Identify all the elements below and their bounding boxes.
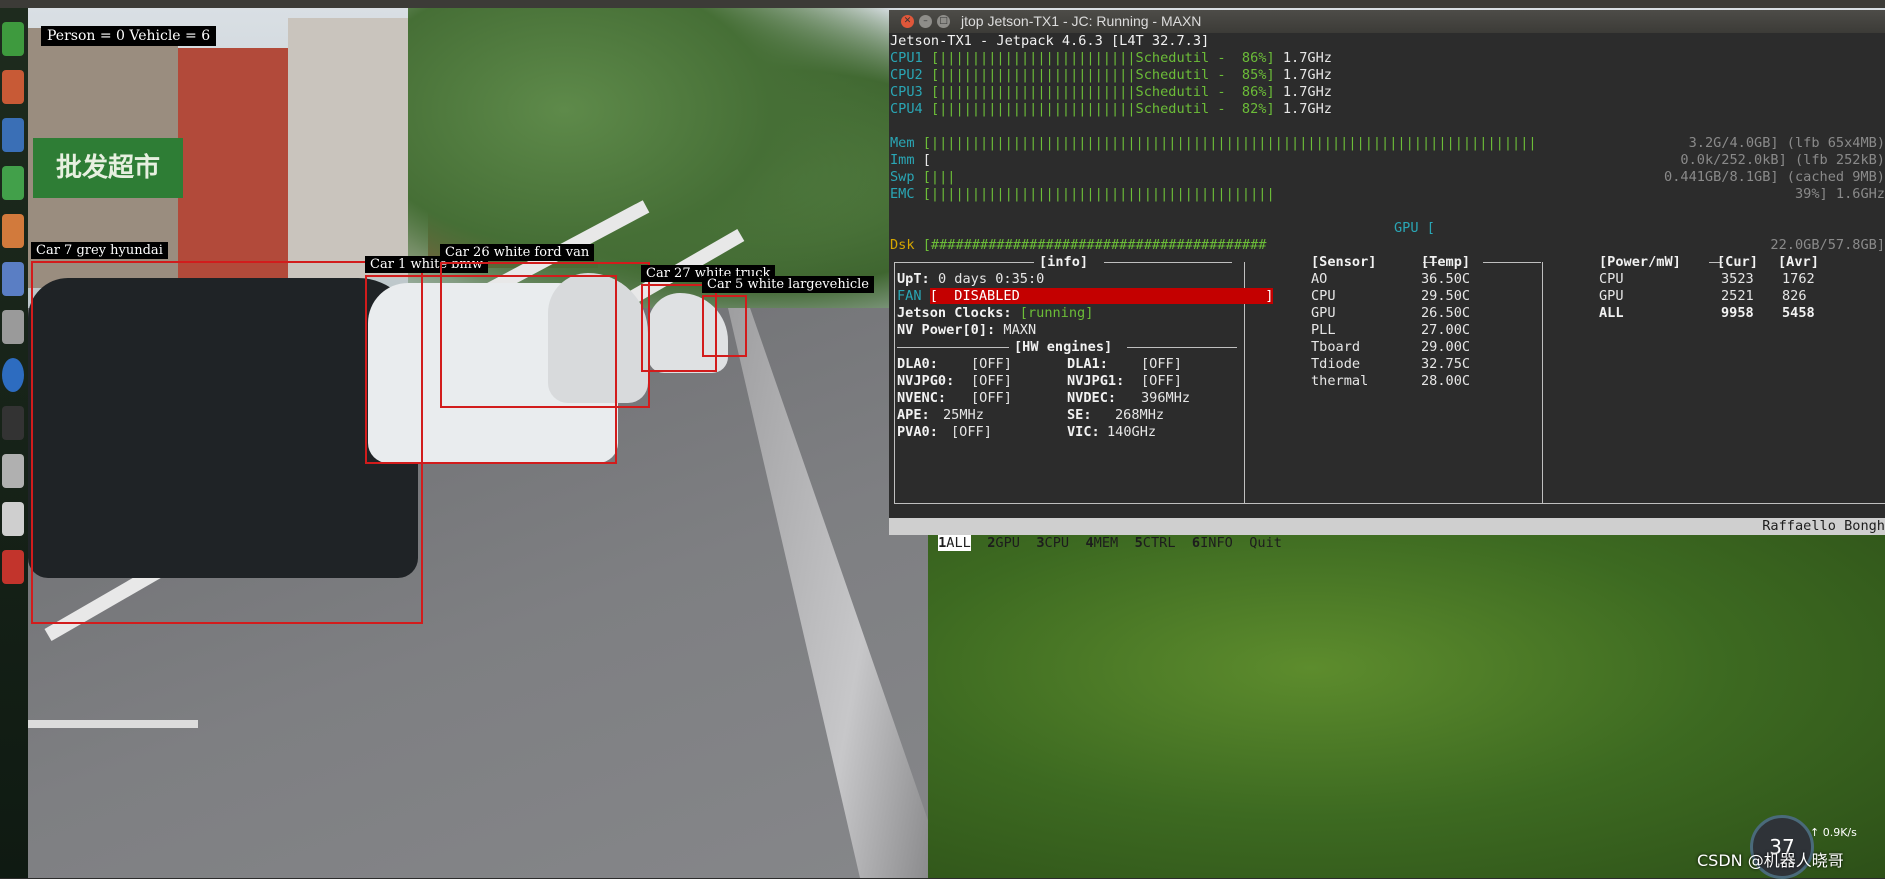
bbox-label: Car 7 grey hyundai bbox=[31, 242, 168, 259]
gpu-row: GPU [ bbox=[1394, 220, 1435, 236]
jtop-menu-bar: 1ALL 2GPU 3CPU 4MEM 5CTRL 6INFO Quit Raf… bbox=[889, 518, 1885, 551]
power-name: GPU bbox=[1599, 288, 1624, 304]
tab-gpu[interactable]: 2GPU bbox=[987, 535, 1020, 551]
minimize-button[interactable]: – bbox=[919, 15, 932, 28]
browser-icon[interactable] bbox=[2, 358, 24, 392]
tab-mem[interactable]: 4MEM bbox=[1085, 535, 1118, 551]
window-title: jtop Jetson-TX1 - JC: Running - MAXN bbox=[961, 13, 1202, 29]
window-titlebar[interactable]: ✕ – □ jtop Jetson-TX1 - JC: Running - MA… bbox=[889, 10, 1885, 33]
cpu-row: CPU4 [||||||||||||||||||||||||Schedutil … bbox=[890, 101, 1332, 117]
bbox-label: Car 5 white largevehicle bbox=[702, 276, 874, 293]
hw-row: PVA0: bbox=[897, 424, 938, 440]
hw-row: NVENC: bbox=[897, 390, 947, 406]
tab-info[interactable]: 6INFO bbox=[1192, 535, 1233, 551]
cpu-row: CPU3 [||||||||||||||||||||||||Schedutil … bbox=[890, 84, 1332, 100]
sensor-name: CPU bbox=[1311, 288, 1336, 304]
power-title: [Power/mW] bbox=[1599, 254, 1681, 270]
emc-row: EMC [|||||||||||||||||||||||||||||||||||… bbox=[890, 186, 1275, 202]
power-avr: 5458 bbox=[1782, 305, 1815, 321]
mem-row: Mem [|||||||||||||||||||||||||||||||||||… bbox=[890, 135, 1537, 151]
launcher-app-icon[interactable] bbox=[2, 118, 24, 152]
dsk-value: 22.0GB/57.8GB] bbox=[1770, 237, 1885, 253]
sensor-temp: 32.75C bbox=[1421, 356, 1471, 372]
quit-button[interactable]: Quit bbox=[1249, 535, 1282, 551]
close-button[interactable]: ✕ bbox=[901, 15, 914, 28]
hw-row: NVJPG0: bbox=[897, 373, 955, 389]
sensor-temp: 26.50C bbox=[1421, 305, 1471, 321]
jetson-clocks: Jetson Clocks: [running] bbox=[897, 305, 1094, 321]
bbox-car-5 bbox=[702, 295, 747, 357]
bbox-label: Car 26 white ford van bbox=[440, 244, 595, 261]
sensor-name: PLL bbox=[1311, 322, 1336, 338]
imm-value: 0.0k/252.0kB] (lfb 252kB) bbox=[1680, 152, 1885, 168]
temp-title: [Temp] bbox=[1421, 254, 1471, 270]
sensor-title: [Sensor] bbox=[1311, 254, 1377, 270]
jtop-output: Jetson-TX1 - Jetpack 4.6.3 [L4T 32.7.3] … bbox=[889, 33, 1885, 551]
sensor-name: GPU bbox=[1311, 305, 1336, 321]
sensor-name: thermal bbox=[1311, 373, 1369, 389]
sensor-temp: 27.00C bbox=[1421, 322, 1471, 338]
tab-all[interactable]: 1ALL bbox=[938, 535, 971, 551]
power-name: ALL bbox=[1599, 305, 1624, 321]
dsk-row: Dsk [###################################… bbox=[890, 237, 1267, 253]
avr-title: [Avr] bbox=[1778, 254, 1819, 270]
hw-engines-title: [HW engines] bbox=[1014, 339, 1113, 355]
settings-icon[interactable] bbox=[2, 310, 24, 344]
app-launcher bbox=[0, 8, 28, 878]
sensor-name: Tdiode bbox=[1311, 356, 1361, 372]
launcher-app-icon[interactable] bbox=[2, 22, 24, 56]
swp-row: Swp [||| bbox=[890, 169, 956, 185]
power-avr: 1762 bbox=[1782, 271, 1815, 287]
bushes bbox=[928, 528, 1885, 878]
detection-count: Person = 0 Vehicle = 6 bbox=[41, 26, 217, 46]
launcher-app-icon[interactable] bbox=[2, 214, 24, 248]
imm-row: Imm [ bbox=[890, 152, 931, 168]
cpu-row: CPU1 [||||||||||||||||||||||||Schedutil … bbox=[890, 50, 1332, 66]
emc-value: 39%] 1.6GHz bbox=[1794, 186, 1885, 202]
hw-row: APE: bbox=[897, 407, 930, 423]
info-title: [info] bbox=[1039, 254, 1089, 270]
power-avr: 826 bbox=[1782, 288, 1807, 304]
terminal-icon[interactable] bbox=[2, 406, 24, 440]
launcher-app-icon[interactable] bbox=[2, 550, 24, 584]
network-speed: ↑ 0.9K/s bbox=[1810, 826, 1857, 839]
launcher-app-icon[interactable] bbox=[2, 166, 24, 200]
sensor-temp: 28.00C bbox=[1421, 373, 1471, 389]
sensor-temp: 29.50C bbox=[1421, 288, 1471, 304]
tab-cpu[interactable]: 3CPU bbox=[1036, 535, 1069, 551]
uptime: UpT: 0 days 0:35:0 bbox=[897, 271, 1045, 287]
power-cur: 2521 bbox=[1721, 288, 1754, 304]
launcher-app-icon[interactable] bbox=[2, 454, 24, 488]
sensor-temp: 29.00C bbox=[1421, 339, 1471, 355]
shop-sign: 批发超市 bbox=[33, 138, 183, 198]
sensor-name: AO bbox=[1311, 271, 1328, 287]
power-cur: 3523 bbox=[1721, 271, 1754, 287]
tab-ctrl[interactable]: 5CTRL bbox=[1135, 535, 1176, 551]
author-credit: Raffaello Bongh bbox=[1762, 518, 1885, 534]
maximize-button[interactable]: □ bbox=[937, 15, 950, 28]
nv-power: NV Power[0]: MAXN bbox=[897, 322, 1037, 338]
system-top-bar bbox=[0, 0, 1885, 8]
drive-icon[interactable] bbox=[2, 502, 24, 536]
sensor-name: Tboard bbox=[1311, 339, 1361, 355]
hw-row: DLA0: bbox=[897, 356, 938, 372]
jtop-header: Jetson-TX1 - Jetpack 4.6.3 [L4T 32.7.3] bbox=[890, 33, 1210, 49]
cur-title: [Cur] bbox=[1717, 254, 1758, 270]
mem-value: 3.2G/4.0GB] (lfb 65x4MB) bbox=[1688, 135, 1885, 151]
cpu-row: CPU2 [||||||||||||||||||||||||Schedutil … bbox=[890, 67, 1332, 83]
sensor-temp: 36.50C bbox=[1421, 271, 1471, 287]
bbox-car-26 bbox=[440, 262, 650, 408]
launcher-app-icon[interactable] bbox=[2, 70, 24, 104]
watermark: CSDN @机器人晓哥 bbox=[1697, 851, 1844, 870]
launcher-app-icon[interactable] bbox=[2, 262, 24, 296]
swp-value: 0.441GB/8.1GB] (cached 9MB) bbox=[1664, 169, 1885, 185]
power-cur: 9958 bbox=[1721, 305, 1754, 321]
terminal-window[interactable]: ✕ – □ jtop Jetson-TX1 - JC: Running - MA… bbox=[889, 10, 1885, 551]
power-name: CPU bbox=[1599, 271, 1624, 287]
fan-status: FAN [ DISABLED ] bbox=[897, 288, 1274, 304]
